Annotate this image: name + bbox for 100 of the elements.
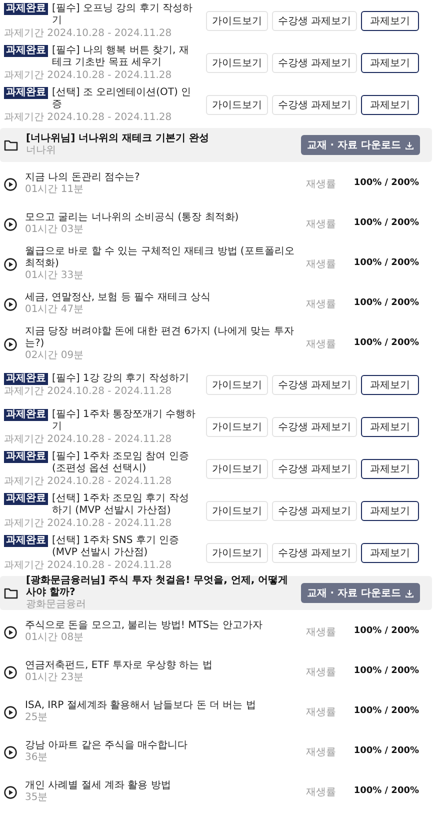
folder-icon bbox=[4, 587, 18, 599]
lecture-title[interactable]: 모으고 굴리는 너나위의 소비공식 (통장 최적화) bbox=[25, 212, 298, 224]
assignment-title: [선택] 1주차 조모임 후기 작성하기 (MVP 선발시 가산점) bbox=[52, 492, 190, 516]
view-assignment-button[interactable]: 과제보기 bbox=[361, 501, 419, 521]
outline-button[interactable]: 수강생 과제보기 bbox=[272, 11, 357, 31]
playback-rate-label: 재생률 bbox=[306, 178, 337, 192]
lecture-duration: 01시간 47분 bbox=[25, 304, 85, 316]
lecture-title[interactable]: 지금 당장 버려야할 돈에 대한 편견 6가지 (나에게 맞는 투자는?) bbox=[25, 326, 298, 350]
download-button[interactable]: 교재 · 자료 다운로드 bbox=[300, 135, 420, 155]
assignment-title: [필수] 1주차 통장쪼개기 수행하기 bbox=[52, 408, 197, 432]
lecture-title[interactable]: 강남 아파트 같은 주식을 매수합니다 bbox=[25, 740, 298, 752]
assignment-title: [필수] 오프닝 강의 후기 작성하기 bbox=[52, 2, 194, 26]
outline-button[interactable]: 수강생 과제보기 bbox=[272, 459, 357, 479]
view-assignment-button[interactable]: 과제보기 bbox=[361, 95, 419, 115]
outline-button[interactable]: 가이드보기 bbox=[206, 11, 268, 31]
view-assignment-button[interactable]: 과제보기 bbox=[361, 543, 419, 563]
lecture-duration: 01시간 23분 bbox=[25, 672, 85, 684]
assignment-period: 과제기간 2024.10.28 - 2024.11.28 bbox=[4, 112, 173, 124]
download-icon bbox=[405, 588, 414, 598]
playback-rate: 100% / 200% bbox=[354, 665, 419, 678]
outline-button[interactable]: 가이드보기 bbox=[206, 501, 268, 521]
playback-rate: 100% / 200% bbox=[354, 705, 419, 718]
view-assignment-button[interactable]: 과제보기 bbox=[361, 459, 419, 479]
outline-button[interactable]: 가이드보기 bbox=[206, 375, 268, 395]
play-icon[interactable] bbox=[4, 218, 17, 230]
assignment-title: [필수] 나의 행복 버튼 찾기, 재테크 기초반 목표 세우기 bbox=[52, 44, 190, 68]
playback-rate-label: 재생률 bbox=[306, 706, 337, 720]
status-badge: 과제완료 bbox=[4, 86, 48, 98]
playback-rate: 100% / 200% bbox=[354, 297, 419, 310]
outline-button[interactable]: 수강생 과제보기 bbox=[272, 417, 357, 437]
playback-rate-label: 재생률 bbox=[306, 218, 337, 232]
play-icon[interactable] bbox=[4, 338, 17, 350]
lecture-title[interactable]: 연금저축펀드, ETF 투자로 우상향 하는 법 bbox=[25, 660, 298, 672]
section-author: 광화문금융러 bbox=[26, 599, 87, 611]
playback-rate: 100% / 200% bbox=[354, 785, 419, 798]
playback-rate-label: 재생률 bbox=[306, 786, 337, 800]
play-icon[interactable] bbox=[4, 706, 17, 718]
status-badge: 과제완료 bbox=[4, 2, 48, 14]
assignment-period: 과제기간 2024.10.28 - 2024.11.28 bbox=[4, 386, 173, 398]
folder-icon bbox=[4, 139, 18, 151]
assignment-period: 과제기간 2024.10.28 - 2024.11.28 bbox=[4, 70, 173, 82]
playback-rate-label: 재생률 bbox=[306, 338, 337, 352]
lecture-duration: 01시간 11분 bbox=[25, 184, 85, 196]
play-icon[interactable] bbox=[4, 178, 17, 190]
section-title: [너나위님] 너나위의 재테크 기본기 완성 bbox=[26, 133, 210, 145]
lecture-duration: 01시간 08분 bbox=[25, 632, 85, 644]
lecture-title[interactable]: 월급으로 바로 할 수 있는 구체적인 재테크 방법 (포트폴리오 최적화) bbox=[25, 246, 298, 270]
outline-button[interactable]: 가이드보기 bbox=[206, 95, 268, 115]
lecture-title[interactable]: ISA, IRP 절세계좌 활용해서 남들보다 돈 더 버는 법 bbox=[25, 700, 298, 712]
download-button[interactable]: 교재 · 자료 다운로드 bbox=[300, 583, 420, 603]
assignment-title: [필수] 1주차 조모임 참여 인증 (조편성 옵션 선택시) bbox=[52, 450, 190, 474]
status-badge: 과제완료 bbox=[4, 372, 48, 384]
assignment-period: 과제기간 2024.10.28 - 2024.11.28 bbox=[4, 518, 173, 530]
outline-button[interactable]: 수강생 과제보기 bbox=[272, 501, 357, 521]
assignment-title: [선택] 1주차 SNS 후기 인증 (MVP 선발시 가산점) bbox=[52, 534, 180, 558]
view-assignment-button[interactable]: 과제보기 bbox=[361, 53, 419, 73]
status-badge: 과제완료 bbox=[4, 492, 48, 504]
lecture-duration: 01시간 33분 bbox=[25, 270, 85, 282]
outline-button[interactable]: 가이드보기 bbox=[206, 417, 268, 437]
lecture-title[interactable]: 주식으로 돈을 모으고, 불리는 방법! MTS는 안고가자 bbox=[25, 620, 298, 632]
lecture-duration: 25분 bbox=[25, 712, 49, 724]
lecture-duration: 01시간 03분 bbox=[25, 224, 85, 236]
play-icon[interactable] bbox=[4, 666, 17, 678]
outline-button[interactable]: 가이드보기 bbox=[206, 543, 268, 563]
playback-rate-label: 재생률 bbox=[306, 746, 337, 760]
lecture-title[interactable]: 세금, 연말정산, 보험 등 필수 재테크 상식 bbox=[25, 292, 298, 304]
assignment-title: [선택] 조 오리엔테이션(OT) 인증 bbox=[52, 86, 192, 110]
outline-button[interactable]: 수강생 과제보기 bbox=[272, 53, 357, 73]
play-icon[interactable] bbox=[4, 626, 17, 638]
outline-button[interactable]: 수강생 과제보기 bbox=[272, 95, 357, 115]
playback-rate: 100% / 200% bbox=[354, 745, 419, 758]
playback-rate: 100% / 200% bbox=[354, 337, 419, 350]
playback-rate-label: 재생률 bbox=[306, 258, 337, 272]
lecture-title[interactable]: 지금 나의 돈관리 점수는? bbox=[25, 172, 298, 184]
outline-button[interactable]: 수강생 과제보기 bbox=[272, 375, 357, 395]
section-title: [광화문금융러님] 주식 투자 첫걸음! 무엇을, 언제, 어떻게 사야 할까? bbox=[26, 575, 290, 599]
playback-rate-label: 재생률 bbox=[306, 626, 337, 640]
playback-rate-label: 재생률 bbox=[306, 666, 337, 680]
view-assignment-button[interactable]: 과제보기 bbox=[361, 375, 419, 395]
playback-rate: 100% / 200% bbox=[354, 625, 419, 638]
status-badge: 과제완료 bbox=[4, 450, 48, 462]
playback-rate: 100% / 200% bbox=[354, 217, 419, 230]
lecture-title[interactable]: 개인 사례별 절세 계좌 활용 방법 bbox=[25, 780, 298, 792]
play-icon[interactable] bbox=[4, 786, 17, 798]
assignment-period: 과제기간 2024.10.28 - 2024.11.28 bbox=[4, 434, 173, 446]
outline-button[interactable]: 가이드보기 bbox=[206, 459, 268, 479]
view-assignment-button[interactable]: 과제보기 bbox=[361, 417, 419, 437]
lecture-duration: 02시간 09분 bbox=[25, 350, 85, 362]
play-icon[interactable] bbox=[4, 298, 17, 310]
play-icon[interactable] bbox=[4, 258, 17, 270]
outline-button[interactable]: 가이드보기 bbox=[206, 53, 268, 73]
lecture-duration: 35분 bbox=[25, 792, 49, 804]
playback-rate: 100% / 200% bbox=[354, 177, 419, 190]
playback-rate-label: 재생률 bbox=[306, 298, 337, 312]
play-icon[interactable] bbox=[4, 746, 17, 758]
playback-rate: 100% / 200% bbox=[354, 257, 419, 270]
assignment-period: 과제기간 2024.10.28 - 2024.11.28 bbox=[4, 560, 173, 572]
outline-button[interactable]: 수강생 과제보기 bbox=[272, 543, 357, 563]
section-author: 너나위 bbox=[26, 145, 57, 157]
view-assignment-button[interactable]: 과제보기 bbox=[361, 11, 419, 31]
